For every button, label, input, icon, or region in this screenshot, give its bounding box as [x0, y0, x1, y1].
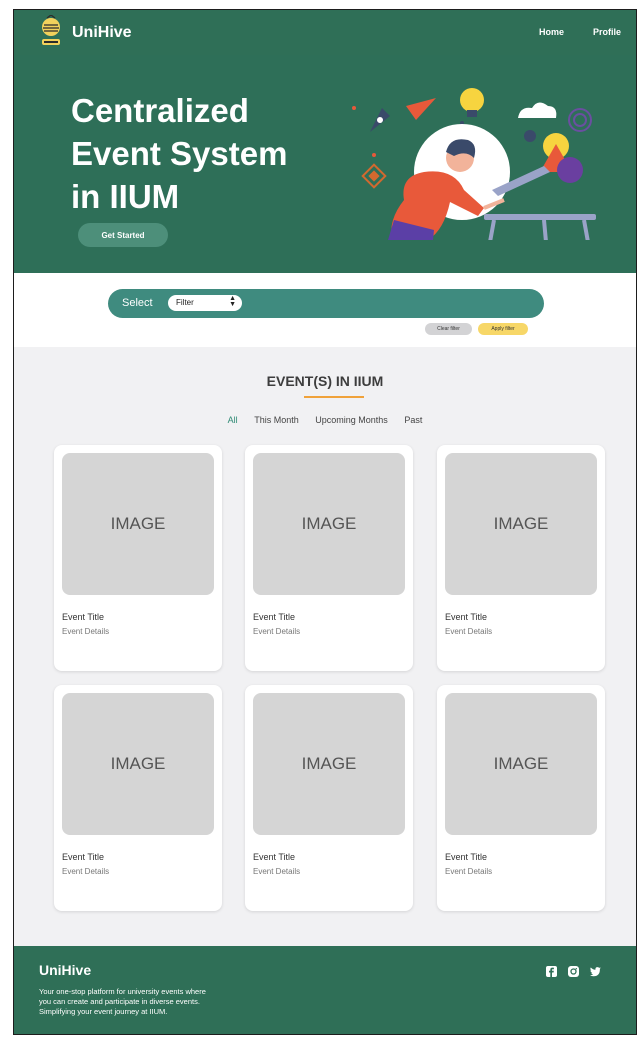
event-card[interactable]: IMAGE Event Title Event Details	[245, 445, 413, 671]
lightbulb-icon	[460, 88, 484, 117]
tab-upcoming-months[interactable]: Upcoming Months	[315, 415, 388, 425]
up-down-arrow-icon: ▲ ▼	[229, 295, 236, 308]
heading-underline	[304, 396, 364, 398]
event-details: Event Details	[253, 627, 301, 636]
nav-profile-link[interactable]: Profile	[593, 27, 621, 37]
filter-bar: Select Filter ▲ ▼	[108, 289, 544, 318]
event-image-placeholder: IMAGE	[62, 693, 214, 835]
paper-plane-icon	[406, 98, 436, 120]
page: UniHive Home Profile Centralized Event S…	[13, 9, 637, 1035]
event-card[interactable]: IMAGE Event Title Event Details	[54, 685, 222, 911]
event-card[interactable]: IMAGE Event Title Event Details	[437, 685, 605, 911]
top-nav: UniHive Home Profile	[14, 10, 636, 56]
hero-title-line-1: Centralized	[71, 92, 249, 129]
pen-tool-icon	[370, 108, 390, 132]
tab-all[interactable]: All	[228, 415, 238, 425]
event-image-placeholder: IMAGE	[62, 453, 214, 595]
footer-brand: UniHive	[39, 962, 92, 978]
footer-line: Your one-stop platform for university ev…	[39, 987, 206, 996]
event-tabs: All This Month Upcoming Months Past	[14, 415, 636, 425]
event-details: Event Details	[253, 867, 301, 876]
hero-banner: Centralized Event System in IIUM Get Sta…	[14, 55, 636, 273]
target-circle-icon	[568, 108, 592, 132]
footer-line: Simplifying your event journey at IIUM.	[39, 1007, 168, 1016]
event-card[interactable]: IMAGE Event Title Event Details	[437, 445, 605, 671]
cloud-icon	[518, 102, 557, 118]
hero-title: Centralized Event System in IIUM	[71, 89, 331, 218]
event-image-placeholder: IMAGE	[445, 453, 597, 595]
event-details: Event Details	[445, 867, 493, 876]
event-title: Event Title	[445, 852, 488, 862]
filter-section: Select Filter ▲ ▼ Clear filter Apply filt…	[14, 273, 636, 347]
nav-home-link[interactable]: Home	[539, 27, 564, 37]
event-title: Event Title	[62, 852, 105, 862]
instagram-icon[interactable]	[568, 966, 579, 977]
footer: UniHive Your one-stop platform for unive…	[14, 946, 636, 1034]
event-image-placeholder: IMAGE	[253, 453, 405, 595]
event-card[interactable]: IMAGE Event Title Event Details	[54, 445, 222, 671]
event-details: Event Details	[445, 627, 493, 636]
event-title: Event Title	[253, 852, 296, 862]
twitter-icon[interactable]	[590, 966, 601, 977]
hero-title-line-2: Event System	[71, 135, 288, 172]
event-title: Event Title	[253, 612, 296, 622]
event-title: Event Title	[445, 612, 488, 622]
event-image-placeholder: IMAGE	[253, 693, 405, 835]
hero-illustration	[352, 88, 596, 240]
brand-name[interactable]: UniHive	[72, 24, 132, 42]
event-details: Event Details	[62, 867, 110, 876]
footer-description: Your one-stop platform for university ev…	[39, 987, 279, 1017]
tab-past[interactable]: Past	[404, 415, 422, 425]
facebook-icon[interactable]	[546, 966, 557, 977]
footer-line: you can create and participate in divers…	[39, 997, 200, 1006]
hero-title-line-3: in IIUM	[71, 178, 180, 215]
get-started-button[interactable]: Get Started	[78, 223, 168, 247]
event-card[interactable]: IMAGE Event Title Event Details	[245, 685, 413, 911]
filter-label: Select	[122, 297, 153, 309]
clear-filter-button[interactable]: Clear filter	[425, 323, 472, 335]
event-details: Event Details	[62, 627, 110, 636]
filter-select-value: Filter	[176, 298, 194, 307]
events-heading: EVENT(S) IN IIUM	[266, 373, 384, 389]
event-image-placeholder: IMAGE	[445, 693, 597, 835]
filter-select[interactable]: Filter ▲ ▼	[168, 295, 242, 311]
apply-filter-button[interactable]: Apply filter	[478, 323, 528, 335]
event-title: Event Title	[62, 612, 105, 622]
unihive-logo-icon[interactable]	[38, 15, 64, 49]
tab-this-month[interactable]: This Month	[254, 415, 299, 425]
